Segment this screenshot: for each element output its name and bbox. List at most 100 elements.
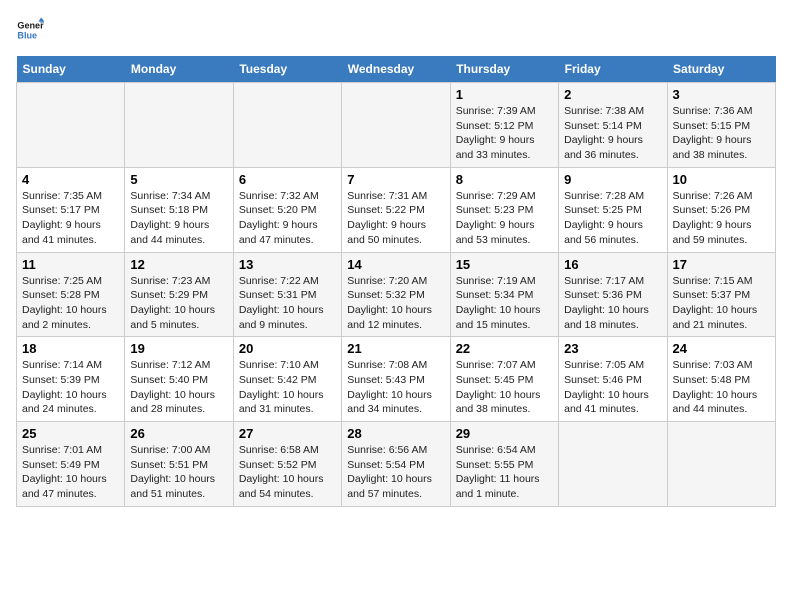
day-number: 9: [564, 172, 661, 187]
calendar-week-row: 1Sunrise: 7:39 AM Sunset: 5:12 PM Daylig…: [17, 83, 776, 168]
calendar-cell: 15 Sunrise: 7:19 AM Sunset: 5:34 PM Dayli…: [450, 252, 558, 337]
day-info: Sunrise: 7:23 AM Sunset: 5:29 PM Dayligh…: [130, 274, 227, 333]
day-info: Sunrise: 7:05 AM Sunset: 5:46 PM Dayligh…: [564, 358, 661, 417]
day-number: 8: [456, 172, 553, 187]
day-number: 20: [239, 341, 336, 356]
day-number: 14: [347, 257, 444, 272]
day-info: Sunrise: 7:01 AM Sunset: 5:49 PM Dayligh…: [22, 443, 119, 502]
calendar-week-row: 4 Sunrise: 7:35 AM Sunset: 5:17 PM Daylig…: [17, 167, 776, 252]
calendar-cell: 8 Sunrise: 7:29 AM Sunset: 5:23 PM Daylig…: [450, 167, 558, 252]
day-header-thursday: Thursday: [450, 56, 558, 83]
day-header-monday: Monday: [125, 56, 233, 83]
calendar-cell: 18 Sunrise: 7:14 AM Sunset: 5:39 PM Dayli…: [17, 337, 125, 422]
day-number: 26: [130, 426, 227, 441]
day-number: 15: [456, 257, 553, 272]
calendar-cell: 21 Sunrise: 7:08 AM Sunset: 5:43 PM Dayli…: [342, 337, 450, 422]
calendar-cell: 20 Sunrise: 7:10 AM Sunset: 5:42 PM Dayli…: [233, 337, 341, 422]
day-info: Sunrise: 7:17 AM Sunset: 5:36 PM Dayligh…: [564, 274, 661, 333]
day-info: Sunrise: 7:26 AM Sunset: 5:26 PM Dayligh…: [673, 189, 770, 248]
day-number: 25: [22, 426, 119, 441]
day-number: 22: [456, 341, 553, 356]
day-info: Sunrise: 6:54 AM Sunset: 5:55 PM Dayligh…: [456, 443, 553, 502]
day-number: 23: [564, 341, 661, 356]
day-number: 19: [130, 341, 227, 356]
day-number: 2: [564, 87, 661, 102]
day-number: 1: [456, 87, 553, 102]
calendar-cell: 5 Sunrise: 7:34 AM Sunset: 5:18 PM Daylig…: [125, 167, 233, 252]
logo: General Blue: [16, 16, 44, 44]
calendar-cell: 28 Sunrise: 6:56 AM Sunset: 5:54 PM Dayli…: [342, 422, 450, 507]
day-info: Sunrise: 7:19 AM Sunset: 5:34 PM Dayligh…: [456, 274, 553, 333]
calendar-header-row: SundayMondayTuesdayWednesdayThursdayFrid…: [17, 56, 776, 83]
day-info: Sunrise: 7:25 AM Sunset: 5:28 PM Dayligh…: [22, 274, 119, 333]
calendar-cell: 6Sunrise: 7:32 AM Sunset: 5:20 PM Daylig…: [233, 167, 341, 252]
day-header-wednesday: Wednesday: [342, 56, 450, 83]
calendar-cell: 13Sunrise: 7:22 AM Sunset: 5:31 PM Dayli…: [233, 252, 341, 337]
calendar-cell: 26 Sunrise: 7:00 AM Sunset: 5:51 PM Dayli…: [125, 422, 233, 507]
calendar-cell: 27Sunrise: 6:58 AM Sunset: 5:52 PM Dayli…: [233, 422, 341, 507]
svg-text:Blue: Blue: [17, 30, 37, 40]
day-number: 29: [456, 426, 553, 441]
day-number: 5: [130, 172, 227, 187]
calendar-table: SundayMondayTuesdayWednesdayThursdayFrid…: [16, 56, 776, 507]
day-header-tuesday: Tuesday: [233, 56, 341, 83]
day-info: Sunrise: 7:31 AM Sunset: 5:22 PM Dayligh…: [347, 189, 444, 248]
calendar-week-row: 25 Sunrise: 7:01 AM Sunset: 5:49 PM Dayli…: [17, 422, 776, 507]
day-info: Sunrise: 7:10 AM Sunset: 5:42 PM Dayligh…: [239, 358, 336, 417]
calendar-cell: 22 Sunrise: 7:07 AM Sunset: 5:45 PM Dayli…: [450, 337, 558, 422]
day-number: 13: [239, 257, 336, 272]
day-info: Sunrise: 7:28 AM Sunset: 5:25 PM Dayligh…: [564, 189, 661, 248]
calendar-cell: 10 Sunrise: 7:26 AM Sunset: 5:26 PM Dayli…: [667, 167, 775, 252]
day-number: 12: [130, 257, 227, 272]
day-header-saturday: Saturday: [667, 56, 775, 83]
calendar-week-row: 18 Sunrise: 7:14 AM Sunset: 5:39 PM Dayli…: [17, 337, 776, 422]
day-info: Sunrise: 7:35 AM Sunset: 5:17 PM Dayligh…: [22, 189, 119, 248]
calendar-cell: 1Sunrise: 7:39 AM Sunset: 5:12 PM Daylig…: [450, 83, 558, 168]
day-number: 10: [673, 172, 770, 187]
calendar-cell: 3 Sunrise: 7:36 AM Sunset: 5:15 PM Daylig…: [667, 83, 775, 168]
day-info: Sunrise: 7:08 AM Sunset: 5:43 PM Dayligh…: [347, 358, 444, 417]
day-info: Sunrise: 7:07 AM Sunset: 5:45 PM Dayligh…: [456, 358, 553, 417]
calendar-cell: [342, 83, 450, 168]
calendar-cell: [233, 83, 341, 168]
calendar-cell: [559, 422, 667, 507]
day-info: Sunrise: 7:03 AM Sunset: 5:48 PM Dayligh…: [673, 358, 770, 417]
day-info: Sunrise: 7:14 AM Sunset: 5:39 PM Dayligh…: [22, 358, 119, 417]
header: General Blue: [16, 16, 776, 44]
day-info: Sunrise: 7:36 AM Sunset: 5:15 PM Dayligh…: [673, 104, 770, 163]
day-number: 17: [673, 257, 770, 272]
day-number: 7: [347, 172, 444, 187]
day-info: Sunrise: 7:00 AM Sunset: 5:51 PM Dayligh…: [130, 443, 227, 502]
calendar-cell: 14 Sunrise: 7:20 AM Sunset: 5:32 PM Dayli…: [342, 252, 450, 337]
day-info: Sunrise: 7:20 AM Sunset: 5:32 PM Dayligh…: [347, 274, 444, 333]
calendar-cell: 29 Sunrise: 6:54 AM Sunset: 5:55 PM Dayli…: [450, 422, 558, 507]
day-info: Sunrise: 6:56 AM Sunset: 5:54 PM Dayligh…: [347, 443, 444, 502]
day-number: 24: [673, 341, 770, 356]
day-number: 16: [564, 257, 661, 272]
day-info: Sunrise: 7:15 AM Sunset: 5:37 PM Dayligh…: [673, 274, 770, 333]
calendar-cell: [125, 83, 233, 168]
day-info: Sunrise: 7:34 AM Sunset: 5:18 PM Dayligh…: [130, 189, 227, 248]
calendar-cell: 24 Sunrise: 7:03 AM Sunset: 5:48 PM Dayli…: [667, 337, 775, 422]
calendar-week-row: 11Sunrise: 7:25 AM Sunset: 5:28 PM Dayli…: [17, 252, 776, 337]
calendar-cell: 23 Sunrise: 7:05 AM Sunset: 5:46 PM Dayli…: [559, 337, 667, 422]
day-number: 18: [22, 341, 119, 356]
day-info: Sunrise: 7:29 AM Sunset: 5:23 PM Dayligh…: [456, 189, 553, 248]
calendar-cell: 4 Sunrise: 7:35 AM Sunset: 5:17 PM Daylig…: [17, 167, 125, 252]
logo-icon: General Blue: [16, 16, 44, 44]
calendar-cell: 11Sunrise: 7:25 AM Sunset: 5:28 PM Dayli…: [17, 252, 125, 337]
calendar-cell: 2 Sunrise: 7:38 AM Sunset: 5:14 PM Daylig…: [559, 83, 667, 168]
day-number: 3: [673, 87, 770, 102]
svg-text:General: General: [17, 21, 44, 31]
calendar-cell: 16 Sunrise: 7:17 AM Sunset: 5:36 PM Dayli…: [559, 252, 667, 337]
day-header-friday: Friday: [559, 56, 667, 83]
day-info: Sunrise: 7:38 AM Sunset: 5:14 PM Dayligh…: [564, 104, 661, 163]
day-number: 21: [347, 341, 444, 356]
calendar-cell: 12 Sunrise: 7:23 AM Sunset: 5:29 PM Dayli…: [125, 252, 233, 337]
calendar-cell: 7 Sunrise: 7:31 AM Sunset: 5:22 PM Daylig…: [342, 167, 450, 252]
day-number: 4: [22, 172, 119, 187]
day-info: Sunrise: 6:58 AM Sunset: 5:52 PM Dayligh…: [239, 443, 336, 502]
calendar-cell: 19Sunrise: 7:12 AM Sunset: 5:40 PM Dayli…: [125, 337, 233, 422]
day-number: 28: [347, 426, 444, 441]
day-header-sunday: Sunday: [17, 56, 125, 83]
